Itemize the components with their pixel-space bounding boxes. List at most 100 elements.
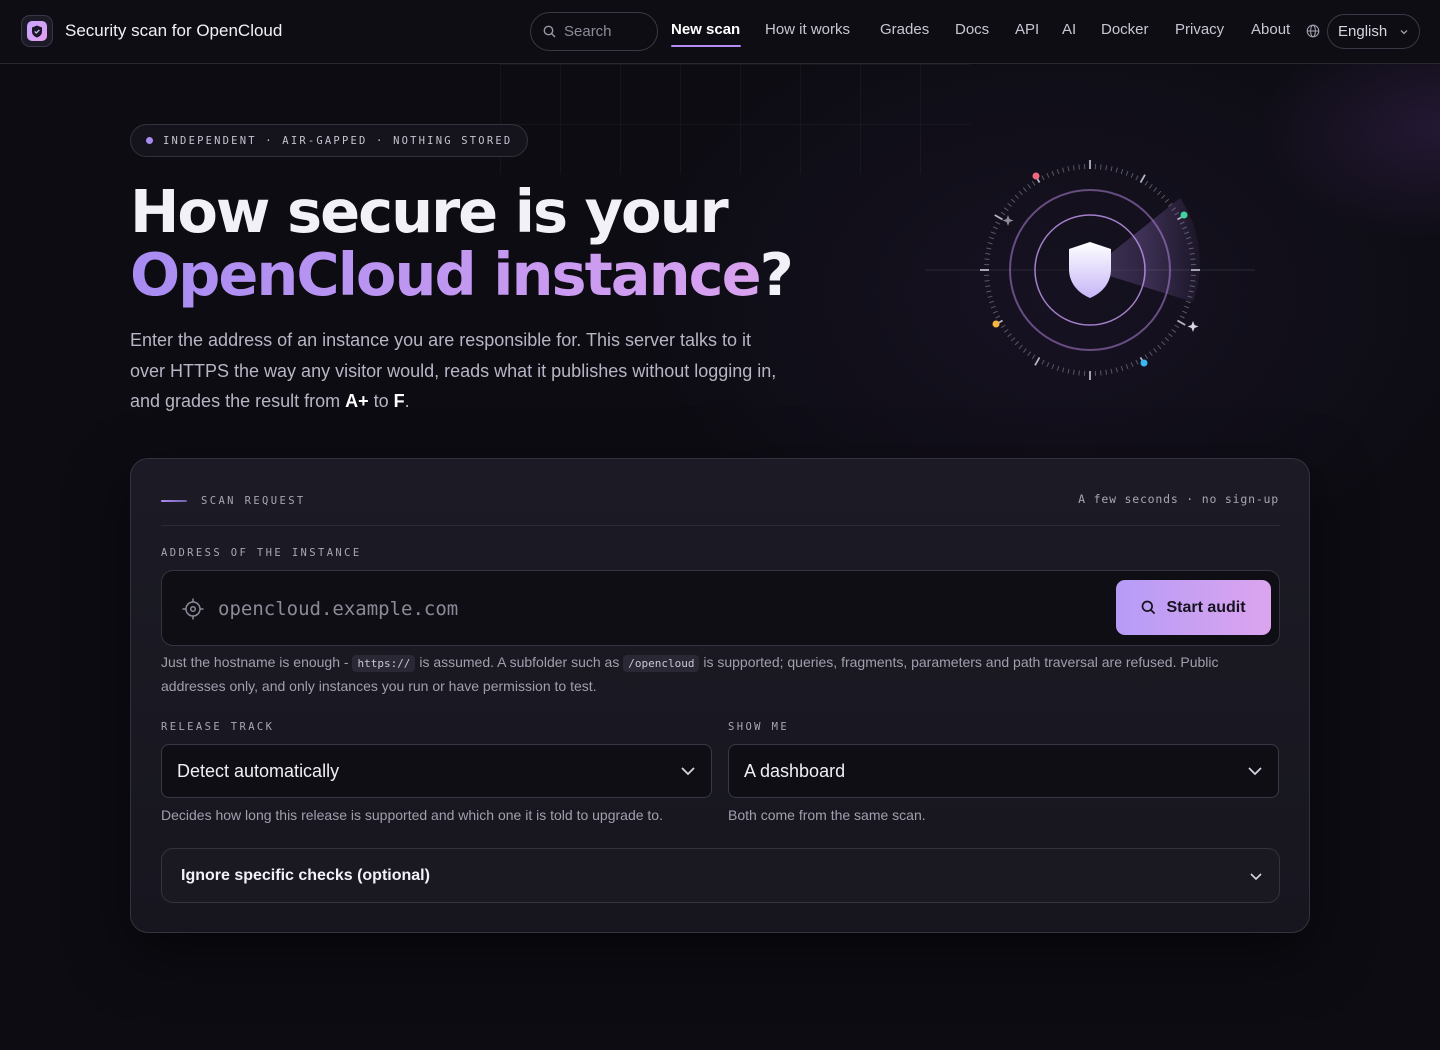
scan-request-card: SCAN REQUEST A few seconds · no sign-up … [130, 458, 1310, 933]
radar-tick [1105, 165, 1108, 171]
radar-tick [1177, 319, 1186, 326]
radar-dot-green [1180, 211, 1188, 219]
radar-tick [1157, 190, 1162, 196]
radar-tick [1164, 337, 1170, 342]
radar-tick [1161, 341, 1166, 346]
language-value: English [1338, 23, 1388, 40]
brand-logo [21, 15, 53, 47]
radar-tick [1046, 172, 1050, 178]
nav-link-how-it-works[interactable]: How it works [765, 21, 850, 38]
radar-tick [1144, 180, 1149, 186]
search-input[interactable]: Search [530, 12, 658, 51]
radar-tick [1034, 357, 1041, 366]
page-title: How secure is your OpenCloud instance? [130, 180, 794, 309]
radar-tick [1078, 164, 1080, 170]
pill-dot [146, 137, 153, 144]
radar-tick [1072, 165, 1075, 171]
radar-tick [987, 295, 993, 298]
background-grid [500, 64, 970, 174]
radar-tick [984, 258, 990, 260]
radar-tick [1120, 365, 1124, 371]
radar-tick [1072, 369, 1075, 375]
radar-tick [1027, 183, 1032, 189]
radar-tick [1105, 369, 1108, 375]
title-accent: OpenCloud instance [130, 240, 762, 309]
radar-tick [986, 247, 992, 250]
radar-tick [1182, 310, 1188, 314]
radar-tick [1110, 368, 1113, 374]
sparkle-icon [1187, 321, 1199, 332]
radar-tick [1130, 362, 1134, 368]
nav-link-about[interactable]: About [1251, 21, 1290, 38]
chevron-down-icon [1248, 767, 1262, 776]
radar-tick [1157, 344, 1162, 350]
address-label: ADDRESS OF THE INSTANCE [161, 547, 362, 559]
radar-tick [1153, 187, 1158, 192]
globe-icon [1306, 24, 1320, 38]
radar-tick [989, 236, 995, 240]
language-select[interactable]: English [1327, 14, 1420, 49]
nav-link-ai[interactable]: AI [1062, 21, 1076, 38]
nav-link-api[interactable]: API [1015, 21, 1039, 38]
radar-tick [986, 290, 992, 293]
nav-link-docker[interactable]: Docker [1101, 21, 1149, 38]
radar-tick [1100, 370, 1102, 376]
radar-tick [1100, 164, 1102, 170]
help-code-subfolder: /opencloud [623, 655, 700, 672]
radar-tick [1161, 194, 1166, 199]
ignore-checks-label: Ignore specific checks (optional) [181, 866, 430, 884]
radar-tick [1110, 166, 1113, 172]
radar-dot-yellow [992, 320, 1000, 328]
radar-tick [1125, 364, 1129, 370]
radar-tick [1010, 198, 1016, 203]
radar-tick [1056, 365, 1060, 371]
card-heading-line [161, 500, 187, 502]
pill-text: INDEPENDENT · AIR-GAPPED · NOTHING STORE… [163, 134, 513, 147]
start-audit-button[interactable]: Start audit [1116, 580, 1271, 635]
nav-link-docs[interactable]: Docs [955, 21, 989, 38]
show-me-label: SHOW ME [728, 721, 790, 733]
release-track-select[interactable]: Detect automatically [161, 744, 712, 798]
help-text-2: is assumed. A subfolder such as [415, 654, 624, 670]
nav-link-privacy[interactable]: Privacy [1175, 21, 1224, 38]
grade-high: A+ [345, 391, 369, 411]
radar-tick [995, 315, 1001, 319]
ignore-checks-toggle[interactable]: Ignore specific checks (optional) [161, 848, 1280, 903]
radar-tick [992, 226, 998, 230]
radar-tick [1003, 207, 1009, 212]
nav-link-new-scan[interactable]: New scan [671, 21, 740, 38]
radar-tick [1062, 167, 1065, 173]
chevron-down-icon [681, 767, 695, 776]
radar-tick [1135, 175, 1139, 181]
card-divider [161, 525, 1280, 526]
radar-tick [1185, 300, 1191, 304]
radar-tick [1078, 370, 1080, 376]
address-help: Just the hostname is enough - https:// i… [161, 651, 1280, 698]
radar-tick [989, 300, 995, 304]
search-placeholder: Search [564, 23, 612, 40]
radar-tick [1120, 169, 1124, 175]
sparkle-icon [1002, 215, 1014, 226]
help-text-1: Just the hostname is enough - [161, 654, 353, 670]
active-nav-indicator [671, 45, 741, 47]
nav-link-grades[interactable]: Grades [880, 21, 929, 38]
radar-illustration [925, 160, 1255, 380]
radar-tick [987, 242, 993, 245]
feature-pill: INDEPENDENT · AIR-GAPPED · NOTHING STORE… [130, 124, 528, 157]
shield-icon [32, 25, 42, 37]
brand[interactable]: Security scan for OpenCloud [21, 15, 282, 47]
address-input[interactable] [218, 589, 1098, 629]
radar-tick [1135, 359, 1139, 365]
radar-dot-blue [1140, 359, 1148, 367]
release-track-value: Detect automatically [177, 760, 340, 781]
start-audit-label: Start audit [1166, 598, 1246, 616]
radar-tick [1148, 351, 1153, 357]
lead-text: Enter the address of an instance you are… [130, 330, 777, 411]
radar-tick [1115, 367, 1118, 373]
radar-tick [992, 310, 998, 314]
lead-end: . [404, 391, 410, 411]
show-me-select[interactable]: A dashboard [728, 744, 1279, 798]
radar-tick [994, 214, 1003, 221]
radar-tick [1148, 183, 1153, 189]
radar-tick [1007, 333, 1012, 338]
